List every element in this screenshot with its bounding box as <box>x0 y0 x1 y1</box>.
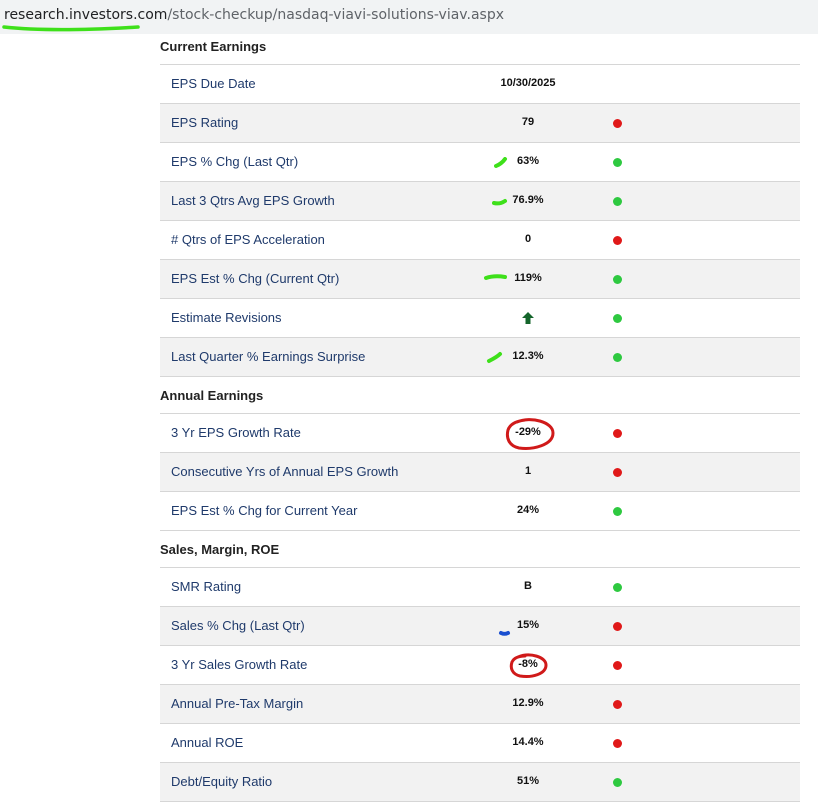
green-status-dot <box>613 583 622 592</box>
row-label: Debt/Equity Ratio <box>171 774 273 789</box>
section-current-earnings: Current Earnings <box>160 34 800 65</box>
row-3yr-eps-growth: 3 Yr EPS Growth Rate -29% <box>160 414 800 453</box>
row-label: Annual ROE <box>171 735 244 750</box>
row-label: 3 Yr Sales Growth Rate <box>171 657 308 672</box>
row-eps-due-date: EPS Due Date 10/30/2025 <box>160 65 800 104</box>
row-label: 3 Yr EPS Growth Rate <box>171 425 301 440</box>
green-status-dot <box>613 353 622 362</box>
section-annual-earnings: Annual Earnings <box>160 377 800 414</box>
row-label: EPS Est % Chg (Current Qtr) <box>171 271 340 286</box>
row-label: Consecutive Yrs of Annual EPS Growth <box>171 464 399 479</box>
green-status-dot <box>613 197 622 206</box>
row-label: EPS Rating <box>171 115 239 130</box>
red-status-dot <box>613 236 622 245</box>
url-domain: research.investors.com <box>4 7 168 23</box>
url-path: /stock-checkup/nasdaq-viavi-solutions-vi… <box>167 7 505 23</box>
row-label: EPS Est % Chg for Current Year <box>171 503 358 518</box>
row-label: EPS % Chg (Last Qtr) <box>171 154 299 169</box>
row-label: Annual Pre-Tax Margin <box>171 696 304 711</box>
row-annual-pretax-margin: Annual Pre-Tax Margin 12.9% <box>160 685 800 724</box>
green-status-dot <box>613 507 622 516</box>
row-last-qtr-earnings-surprise: Last Quarter % Earnings Surprise 12.3% <box>160 338 800 377</box>
row-consecutive-yrs-eps-growth: Consecutive Yrs of Annual EPS Growth 1 <box>160 453 800 492</box>
row-sales-chg-last-qtr: Sales % Chg (Last Qtr) 15% <box>160 607 800 646</box>
row-label: Last Quarter % Earnings Surprise <box>171 349 366 364</box>
row-label: SMR Rating <box>171 579 242 594</box>
green-highlight-mark <box>487 352 502 363</box>
green-highlight-mark <box>492 199 507 206</box>
up-arrow-icon <box>522 312 534 324</box>
red-status-dot <box>613 739 622 748</box>
row-last-3-qtrs-avg-eps: Last 3 Qtrs Avg EPS Growth 76.9% <box>160 182 800 221</box>
blue-highlight-mark <box>499 631 510 636</box>
red-status-dot <box>613 622 622 631</box>
row-label: Sales % Chg (Last Qtr) <box>171 618 305 633</box>
row-eps-est-chg-current-qtr: EPS Est % Chg (Current Qtr) 119% <box>160 260 800 299</box>
red-status-dot <box>613 700 622 709</box>
green-highlight-mark <box>494 157 507 168</box>
stock-checkup-table: Current Earnings EPS Due Date 10/30/2025… <box>160 34 800 802</box>
red-status-dot <box>613 661 622 670</box>
row-eps-est-chg-current-year: EPS Est % Chg for Current Year 24% <box>160 492 800 531</box>
row-eps-rating: EPS Rating 79 <box>160 104 800 143</box>
green-status-dot <box>613 158 622 167</box>
red-status-dot <box>613 468 622 477</box>
row-smr-rating: SMR Rating B <box>160 568 800 607</box>
row-label: Estimate Revisions <box>171 310 282 325</box>
row-eps-chg-last-qtr: EPS % Chg (Last Qtr) 63% <box>160 143 800 182</box>
red-status-dot <box>613 119 622 128</box>
red-status-dot <box>613 429 622 438</box>
row-label: EPS Due Date <box>171 76 256 91</box>
row-annual-roe: Annual ROE 14.4% <box>160 724 800 763</box>
green-status-dot <box>613 275 622 284</box>
green-status-dot <box>613 314 622 323</box>
row-debt-equity-ratio: Debt/Equity Ratio 51% <box>160 763 800 802</box>
row-label: Last 3 Qtrs Avg EPS Growth <box>171 193 335 208</box>
row-label: # Qtrs of EPS Acceleration <box>171 232 325 247</box>
section-sales-margin-roe: Sales, Margin, ROE <box>160 531 800 568</box>
row-estimate-revisions: Estimate Revisions <box>160 299 800 338</box>
row-3yr-sales-growth: 3 Yr Sales Growth Rate -8% <box>160 646 800 685</box>
green-underline-mark <box>2 25 140 32</box>
address-bar[interactable]: research.investors.com/stock-checkup/nas… <box>0 0 818 34</box>
row-qtrs-eps-acceleration: # Qtrs of EPS Acceleration 0 <box>160 221 800 260</box>
green-highlight-mark <box>484 274 507 280</box>
